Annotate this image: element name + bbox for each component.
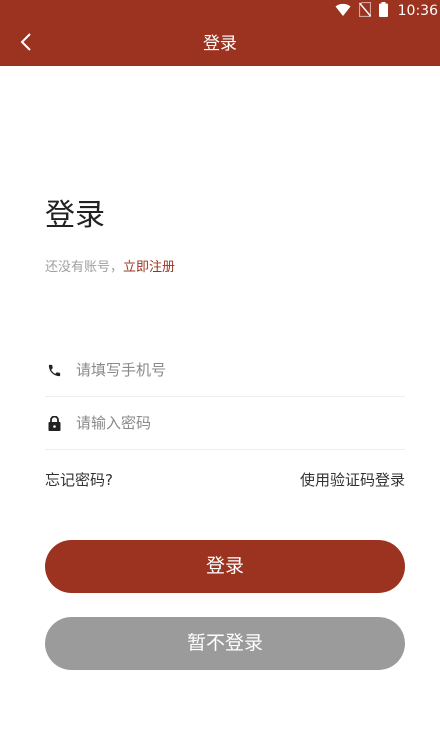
login-button[interactable]: 登录 [45,540,405,593]
page-title: 登录 [203,34,237,54]
phone-icon [46,362,62,378]
app-bar: 登录 [0,22,440,66]
phone-field-row [45,344,405,397]
forgot-password-link[interactable]: 忘记密码? [45,469,113,491]
phone-input[interactable] [76,355,376,385]
register-prompt-text: 还没有账号， [45,260,124,275]
password-input[interactable] [76,408,376,438]
skip-login-button[interactable]: 暂不登录 [45,617,405,670]
status-time: 10:36 [397,3,438,19]
battery-icon [378,1,388,21]
code-login-link[interactable]: 使用验证码登录 [300,469,405,491]
wifi-icon [335,2,351,21]
no-sim-icon [358,1,371,21]
status-bar: 10:36 [0,0,440,22]
login-heading: 登录 [45,198,105,233]
lock-icon [46,415,62,431]
login-screen: 10:36 登录 登录 还没有账号，立即注册 请填写手机号 忘记密码? 使用验证… [0,0,440,744]
password-field-row [45,397,405,450]
status-icons: 10:36 [335,0,440,22]
register-link[interactable]: 立即注册 [123,260,175,275]
register-prompt: 还没有账号，立即注册 [45,259,175,277]
